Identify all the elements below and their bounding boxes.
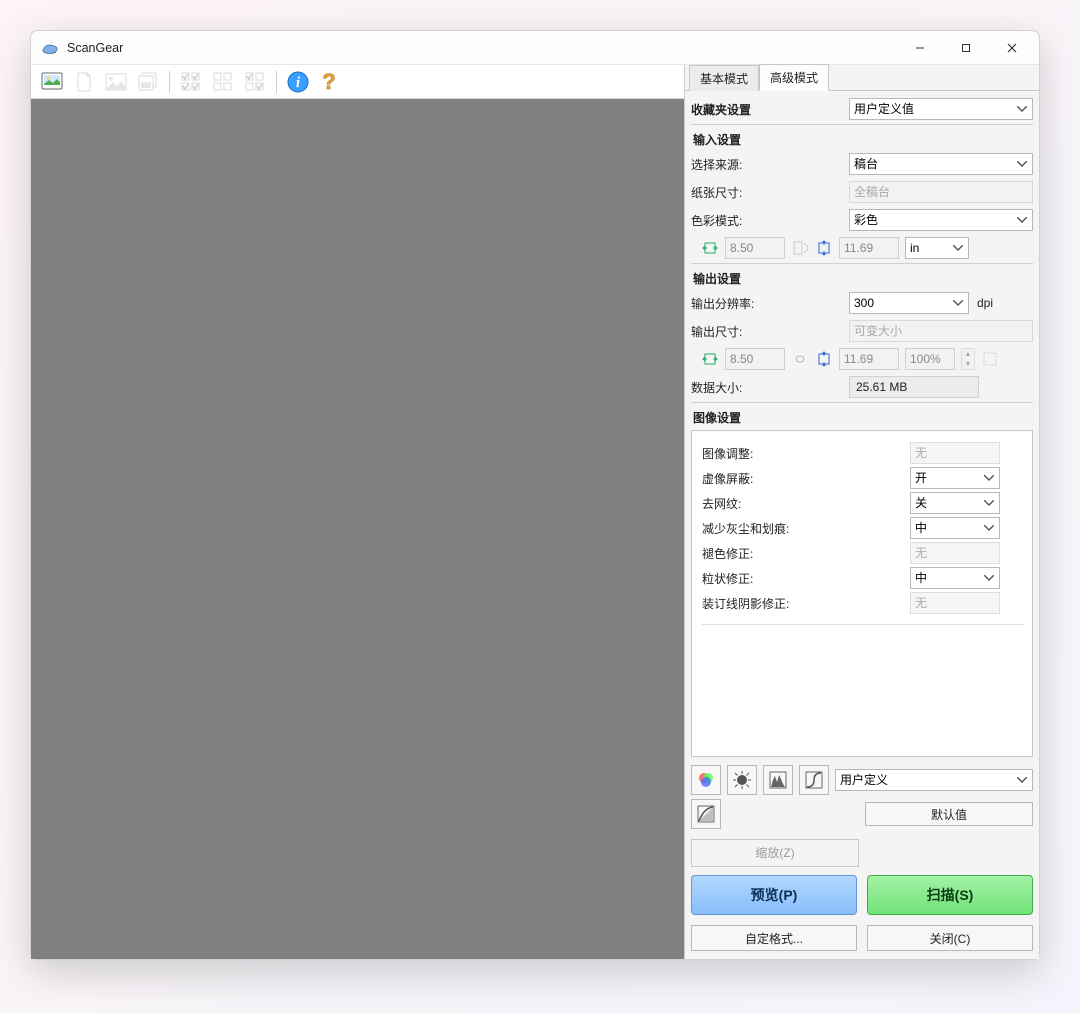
close-button[interactable] <box>989 33 1035 63</box>
settings-panel: 收藏夹设置 用户定义值 输入设置 选择来源: 稿台 纸张尺寸: 全稿台 色彩模式… <box>685 91 1039 959</box>
output-height-field[interactable] <box>839 348 899 370</box>
minimize-button[interactable] <box>897 33 943 63</box>
tone-curve-icon[interactable] <box>799 765 829 795</box>
width-icon <box>701 239 719 257</box>
favorites-select[interactable]: 用户定义值 <box>849 98 1033 120</box>
image-adjust-select[interactable]: 无 <box>910 442 1000 464</box>
close-dialog-button[interactable]: 关闭(C) <box>867 925 1033 951</box>
scangear-window: ScanGear <box>30 30 1040 960</box>
app-icon <box>41 41 59 55</box>
expand-icon[interactable] <box>981 350 999 368</box>
input-width-field[interactable] <box>725 237 785 259</box>
color-adjust-toolbar: 用户定义 <box>691 765 1033 795</box>
source-label: 选择来源: <box>691 156 841 173</box>
dust-scratch-select[interactable]: 中 <box>910 517 1000 539</box>
help-icon[interactable]: ? <box>315 68 345 96</box>
input-settings-header: 输入设置 <box>691 127 1033 150</box>
info-icon[interactable]: i <box>283 68 313 96</box>
toolbar: i ? <box>31 65 684 99</box>
divider <box>691 124 1033 125</box>
width-icon <box>701 350 719 368</box>
checkboxes-icon[interactable] <box>176 68 206 96</box>
tab-basic-mode[interactable]: 基本模式 <box>689 65 759 91</box>
color-mode-label: 色彩模式: <box>691 212 841 229</box>
defaults-button[interactable]: 默认值 <box>865 802 1033 826</box>
final-review-icon[interactable] <box>691 799 721 829</box>
fading-select[interactable]: 无 <box>910 542 1000 564</box>
output-size-select[interactable]: 可变大小 <box>849 320 1033 342</box>
data-size-label: 数据大小: <box>691 379 841 396</box>
grain-label: 粒状修正: <box>702 570 902 587</box>
left-pane: i ? <box>31 65 685 959</box>
page-blank-icon[interactable] <box>69 68 99 96</box>
window-controls <box>897 33 1035 63</box>
color-mode-select[interactable]: 彩色 <box>849 209 1033 231</box>
unit-select[interactable]: in <box>905 237 969 259</box>
grid-check-icon[interactable] <box>240 68 270 96</box>
window-title: ScanGear <box>67 41 123 55</box>
image-icon[interactable] <box>101 68 131 96</box>
preview-button[interactable]: 预览(P) <box>691 875 857 915</box>
preview-area[interactable] <box>31 99 684 959</box>
grain-select[interactable]: 中 <box>910 567 1000 589</box>
thumbnail-image-icon[interactable] <box>37 68 67 96</box>
dust-scratch-label: 减少灰尘和划痕: <box>702 520 902 537</box>
fading-label: 褪色修正: <box>702 545 902 562</box>
data-size-value: 25.61 MB <box>849 376 979 398</box>
toolbar-separator <box>276 71 277 93</box>
source-select[interactable]: 稿台 <box>849 153 1033 175</box>
grid-icon[interactable] <box>208 68 238 96</box>
paper-size-select[interactable]: 全稿台 <box>849 181 1033 203</box>
descreen-label: 去网纹: <box>702 495 902 512</box>
descreen-select[interactable]: 关 <box>910 492 1000 514</box>
custom-format-button[interactable]: 自定格式... <box>691 925 857 951</box>
divider <box>691 263 1033 264</box>
unsharp-mask-label: 虚像屏蔽: <box>702 470 902 487</box>
output-settings-header: 输出设置 <box>691 266 1033 289</box>
histogram-icon[interactable] <box>763 765 793 795</box>
titlebar: ScanGear <box>31 31 1039 65</box>
unsharp-mask-select[interactable]: 开 <box>910 467 1000 489</box>
gutter-shadow-select[interactable]: 无 <box>910 592 1000 614</box>
lock-aspect-icon[interactable] <box>791 350 809 368</box>
brightness-contrast-icon[interactable] <box>727 765 757 795</box>
orientation-icon[interactable] <box>791 239 809 257</box>
svg-text:?: ? <box>322 71 335 93</box>
image-settings-list[interactable]: 图像调整: 无 虚像屏蔽: 开 去网纹: 关 减少灰尘和划痕: 中 褪色修正: 无 粒状修… <box>691 430 1033 757</box>
toolbar-separator <box>169 71 170 93</box>
input-height-field[interactable] <box>839 237 899 259</box>
height-icon <box>815 350 833 368</box>
scale-stepper[interactable]: ▲▼ <box>961 348 975 370</box>
zoom-button[interactable]: 缩放(Z) <box>691 839 859 867</box>
image-adjust-label: 图像调整: <box>702 445 902 462</box>
maximize-button[interactable] <box>943 33 989 63</box>
saturation-balance-icon[interactable] <box>691 765 721 795</box>
multi-page-icon[interactable] <box>133 68 163 96</box>
resolution-unit: dpi <box>977 296 993 310</box>
output-size-label: 输出尺寸: <box>691 323 841 340</box>
resolution-label: 输出分辨率: <box>691 295 841 312</box>
height-icon <box>815 239 833 257</box>
output-width-field[interactable] <box>725 348 785 370</box>
output-scale-field[interactable] <box>905 348 955 370</box>
divider <box>691 402 1033 403</box>
scan-button[interactable]: 扫描(S) <box>867 875 1033 915</box>
right-pane: 基本模式 高级模式 收藏夹设置 用户定义值 输入设置 选择来源: 稿台 纸张尺寸… <box>685 65 1039 959</box>
resolution-select[interactable]: 300 <box>849 292 969 314</box>
paper-size-label: 纸张尺寸: <box>691 184 841 201</box>
gutter-shadow-label: 装订线阴影修正: <box>702 595 902 612</box>
image-settings-header: 图像设置 <box>691 405 1033 428</box>
color-adjust-preset[interactable]: 用户定义 <box>835 769 1033 791</box>
favorites-label: 收藏夹设置 <box>691 101 841 118</box>
mode-tabs: 基本模式 高级模式 <box>685 65 1039 91</box>
tab-advanced-mode[interactable]: 高级模式 <box>759 64 829 91</box>
